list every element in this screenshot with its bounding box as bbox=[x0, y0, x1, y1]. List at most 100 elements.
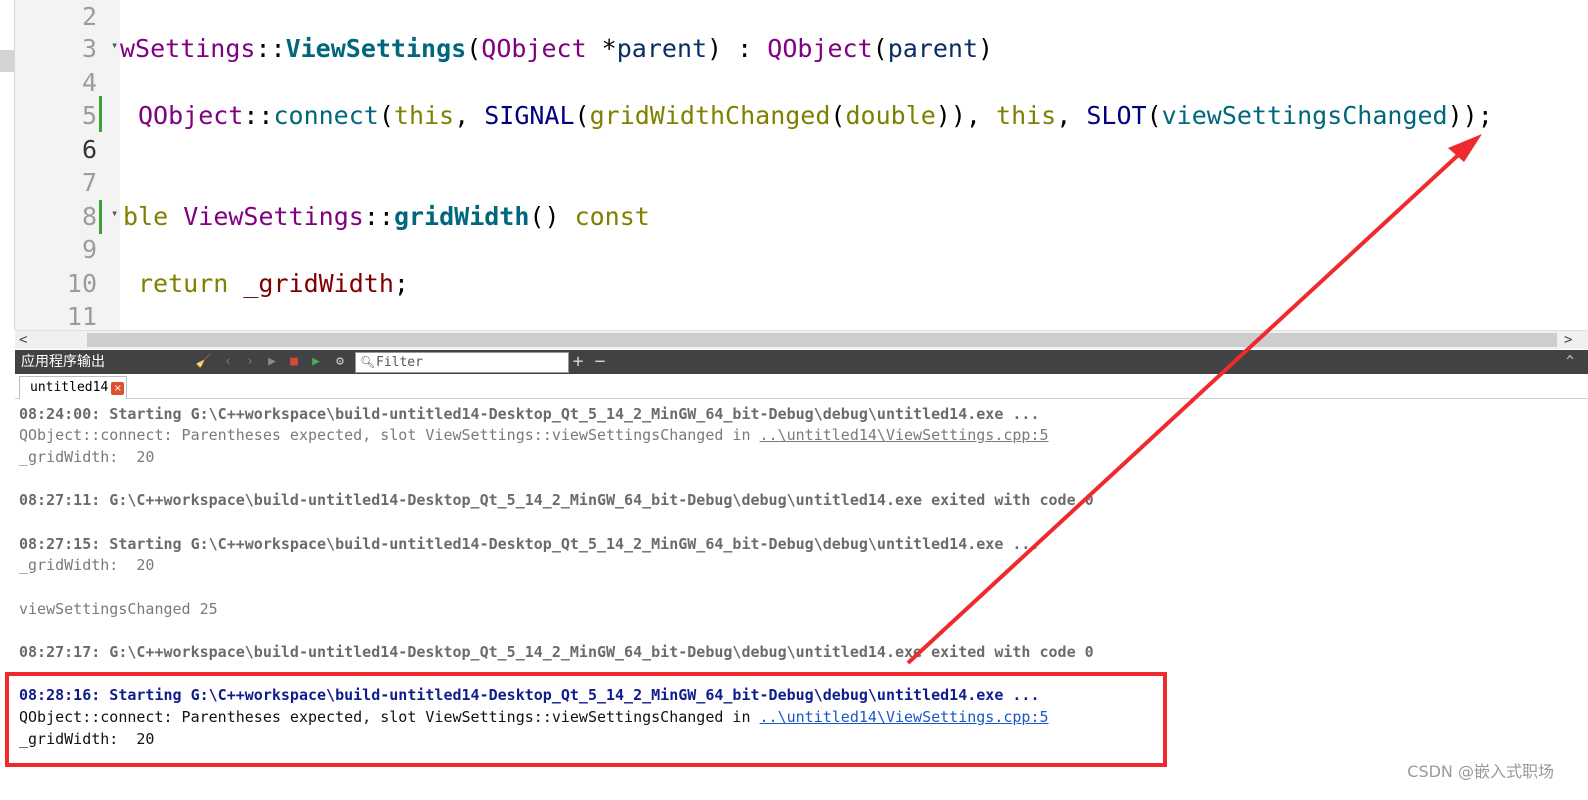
next-icon[interactable]: › bbox=[241, 350, 259, 374]
token: ble bbox=[123, 202, 184, 231]
token: :: bbox=[255, 34, 286, 63]
token: viewSettingsChanged bbox=[1161, 101, 1448, 130]
output-line: _gridWidth: 20 bbox=[19, 730, 155, 748]
application-output[interactable]: 08:24:00: Starting G:\C++workspace\build… bbox=[15, 399, 1588, 800]
line-number: 10 bbox=[66, 269, 97, 298]
line-number: 4 bbox=[81, 68, 97, 97]
mode-sidebar-marker bbox=[0, 50, 14, 72]
previous-icon[interactable]: ‹ bbox=[219, 350, 237, 374]
code-line-10: return _gridWidth; bbox=[138, 267, 409, 301]
token: gridWidth bbox=[393, 202, 530, 231]
source-link[interactable]: ..\untitled14\ViewSettings.cpp:5 bbox=[760, 426, 1049, 444]
line-number: 9 bbox=[81, 235, 97, 264]
stop-icon[interactable]: ■ bbox=[285, 350, 303, 374]
fold-arrow-icon[interactable]: ▾ bbox=[111, 28, 118, 62]
output-line: viewSettingsChanged 25 bbox=[19, 600, 218, 618]
tab-label: untitled14 bbox=[30, 380, 109, 395]
tab-untitled14[interactable]: untitled14 × bbox=[19, 376, 128, 399]
output-line: _gridWidth: 20 bbox=[19, 448, 155, 466]
output-line: QObject::connect: Parentheses expected, … bbox=[19, 424, 1049, 446]
line-number: 2 bbox=[81, 2, 97, 31]
token: :: bbox=[243, 101, 274, 130]
source-link[interactable]: ..\untitled14\ViewSettings.cpp:5 bbox=[760, 708, 1049, 726]
run-icon[interactable]: ▶ bbox=[263, 350, 281, 374]
token: connect bbox=[273, 101, 379, 130]
output-line: QObject::connect: Parentheses expected, … bbox=[19, 706, 1049, 728]
token: )); bbox=[1447, 101, 1493, 130]
output-text: QObject::connect: Parentheses expected, … bbox=[19, 426, 760, 444]
line-number: 3 bbox=[81, 34, 97, 63]
qt-creator-window: 2 3 4 5 6 7 8 9 10 11 ▾ ▾ wSettings::Vie… bbox=[0, 0, 1588, 800]
token: ) : bbox=[707, 34, 768, 63]
output-pane-toolbar: 应用程序输出 🧹 ‹ › ▶ ■ ▶ ⚙ 🔍︎ + − ^ bbox=[15, 350, 1588, 374]
line-number-current: 6 bbox=[81, 135, 97, 164]
token: QObject bbox=[138, 101, 244, 130]
clean-output-icon[interactable]: 🧹 bbox=[195, 350, 213, 374]
code-line-5: QObject::connect(this, SIGNAL(gridWidthC… bbox=[138, 99, 1493, 133]
token: ( bbox=[830, 101, 846, 130]
filter-field[interactable]: 🔍︎ bbox=[355, 352, 569, 373]
token: parent bbox=[616, 34, 708, 63]
output-line: 08:24:00: Starting G:\C++workspace\build… bbox=[19, 405, 1040, 423]
line-number: 8 bbox=[81, 202, 97, 231]
scroll-right-icon[interactable]: > bbox=[1564, 331, 1578, 349]
token: ; bbox=[393, 269, 409, 298]
fold-arrow-icon[interactable]: ▾ bbox=[111, 196, 118, 230]
token: QObject bbox=[767, 34, 873, 63]
token: gridWidthChanged bbox=[589, 101, 831, 130]
change-marker bbox=[99, 96, 102, 132]
token: () bbox=[529, 202, 575, 231]
output-line: 08:27:15: Starting G:\C++workspace\build… bbox=[19, 535, 1040, 553]
token: :: bbox=[363, 202, 394, 231]
token: wSettings bbox=[120, 34, 256, 63]
output-line: _gridWidth: 20 bbox=[19, 556, 155, 574]
close-icon[interactable]: × bbox=[111, 382, 125, 395]
token: this bbox=[996, 101, 1057, 130]
search-icon: 🔍︎ bbox=[360, 355, 376, 369]
change-marker bbox=[99, 200, 102, 234]
gear-icon[interactable]: ⚙ bbox=[331, 350, 349, 374]
mode-sidebar-edge bbox=[0, 0, 15, 330]
output-tabbar: untitled14 × bbox=[15, 374, 1588, 399]
maximize-pane-icon[interactable]: ^ bbox=[1566, 350, 1574, 374]
token: ( bbox=[378, 101, 394, 130]
scrollbar-thumb[interactable] bbox=[87, 333, 1557, 347]
output-line: 08:27:11: G:\C++workspace\build-untitled… bbox=[19, 491, 1094, 509]
token: const bbox=[574, 202, 650, 231]
token: ViewSettings bbox=[183, 202, 364, 231]
pane-title: 应用程序输出 bbox=[21, 354, 105, 370]
token: SLOT bbox=[1086, 101, 1147, 130]
token: SIGNAL bbox=[484, 101, 575, 130]
line-number: 5 bbox=[81, 101, 97, 130]
token: )), bbox=[935, 101, 997, 130]
code-area[interactable]: wSettings::ViewSettings(QObject *parent)… bbox=[120, 0, 1588, 330]
token: ( bbox=[872, 34, 888, 63]
token: , bbox=[1056, 101, 1087, 130]
token: ViewSettings bbox=[285, 34, 467, 63]
output-line: 08:28:16: Starting G:\C++workspace\build… bbox=[19, 686, 1040, 704]
token: * bbox=[586, 34, 617, 63]
token: parent bbox=[887, 34, 978, 63]
token: , bbox=[454, 101, 485, 130]
zoom-in-button[interactable]: + bbox=[569, 350, 587, 374]
token: ( bbox=[574, 101, 590, 130]
watermark: CSDN @嵌入式职场 bbox=[1407, 762, 1554, 781]
token: double bbox=[845, 101, 936, 130]
filter-input[interactable] bbox=[376, 353, 564, 372]
zoom-out-button[interactable]: − bbox=[591, 350, 609, 374]
token: ) bbox=[978, 34, 994, 63]
token: QObject bbox=[481, 34, 587, 63]
scroll-left-icon[interactable]: < bbox=[19, 331, 33, 349]
line-number-gutter: 2 3 4 5 6 7 8 9 10 11 ▾ ▾ bbox=[15, 0, 120, 330]
token: ( bbox=[466, 34, 482, 63]
line-number: 11 bbox=[66, 302, 97, 330]
code-line-8: ble ViewSettings::gridWidth() const bbox=[123, 200, 650, 234]
horizontal-scrollbar[interactable]: < > bbox=[15, 330, 1588, 349]
line-number: 7 bbox=[81, 168, 97, 197]
debug-run-icon[interactable]: ▶ bbox=[307, 350, 325, 374]
output-line: 08:27:17: G:\C++workspace\build-untitled… bbox=[19, 643, 1094, 661]
output-text: QObject::connect: Parentheses expected, … bbox=[19, 708, 760, 726]
token: return bbox=[138, 269, 244, 298]
code-editor[interactable]: 2 3 4 5 6 7 8 9 10 11 ▾ ▾ wSettings::Vie… bbox=[0, 0, 1588, 330]
code-line-3: wSettings::ViewSettings(QObject *parent)… bbox=[120, 32, 993, 66]
